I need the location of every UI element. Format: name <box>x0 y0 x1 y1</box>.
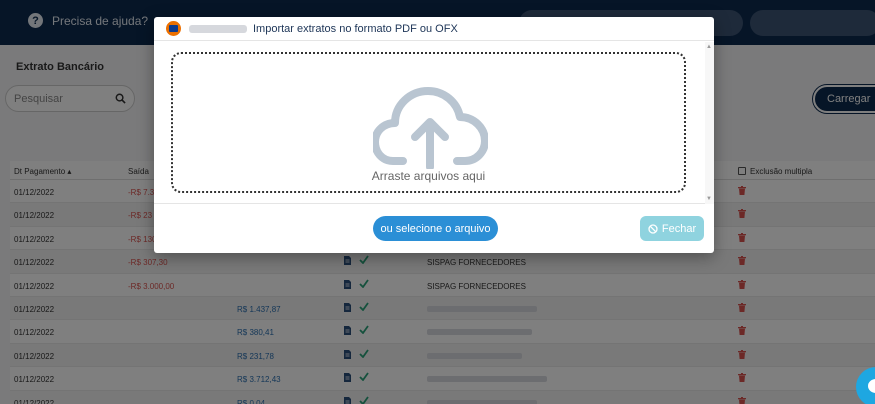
redacted-account-name <box>189 24 247 33</box>
file-dropzone[interactable]: Arraste arquivos aqui <box>171 52 686 193</box>
dropzone-text: Arraste arquivos aqui <box>371 169 486 183</box>
select-file-label: ou selecione o arquivo <box>380 222 491 235</box>
scroll-up-icon[interactable]: ▲ <box>706 44 712 50</box>
chat-icon <box>868 379 875 393</box>
modal-header: Importar extratos no formato PDF ou OFX <box>154 17 714 41</box>
close-label: Fechar <box>661 222 697 235</box>
modal-scrollbar[interactable]: ▲ ▼ <box>705 42 714 204</box>
modal-body: Arraste arquivos aqui ▲ ▼ <box>154 42 714 204</box>
cloud-upload-icon <box>373 87 488 169</box>
scroll-down-icon[interactable]: ▼ <box>706 196 712 202</box>
bank-logo-icon <box>166 21 181 36</box>
import-modal: Importar extratos no formato PDF ou OFX … <box>154 17 714 253</box>
close-button[interactable]: Fechar <box>640 216 704 241</box>
modal-title: Importar extratos no formato PDF ou OFX <box>253 22 458 35</box>
select-file-button[interactable]: ou selecione o arquivo <box>373 216 498 241</box>
ban-icon <box>648 223 658 234</box>
